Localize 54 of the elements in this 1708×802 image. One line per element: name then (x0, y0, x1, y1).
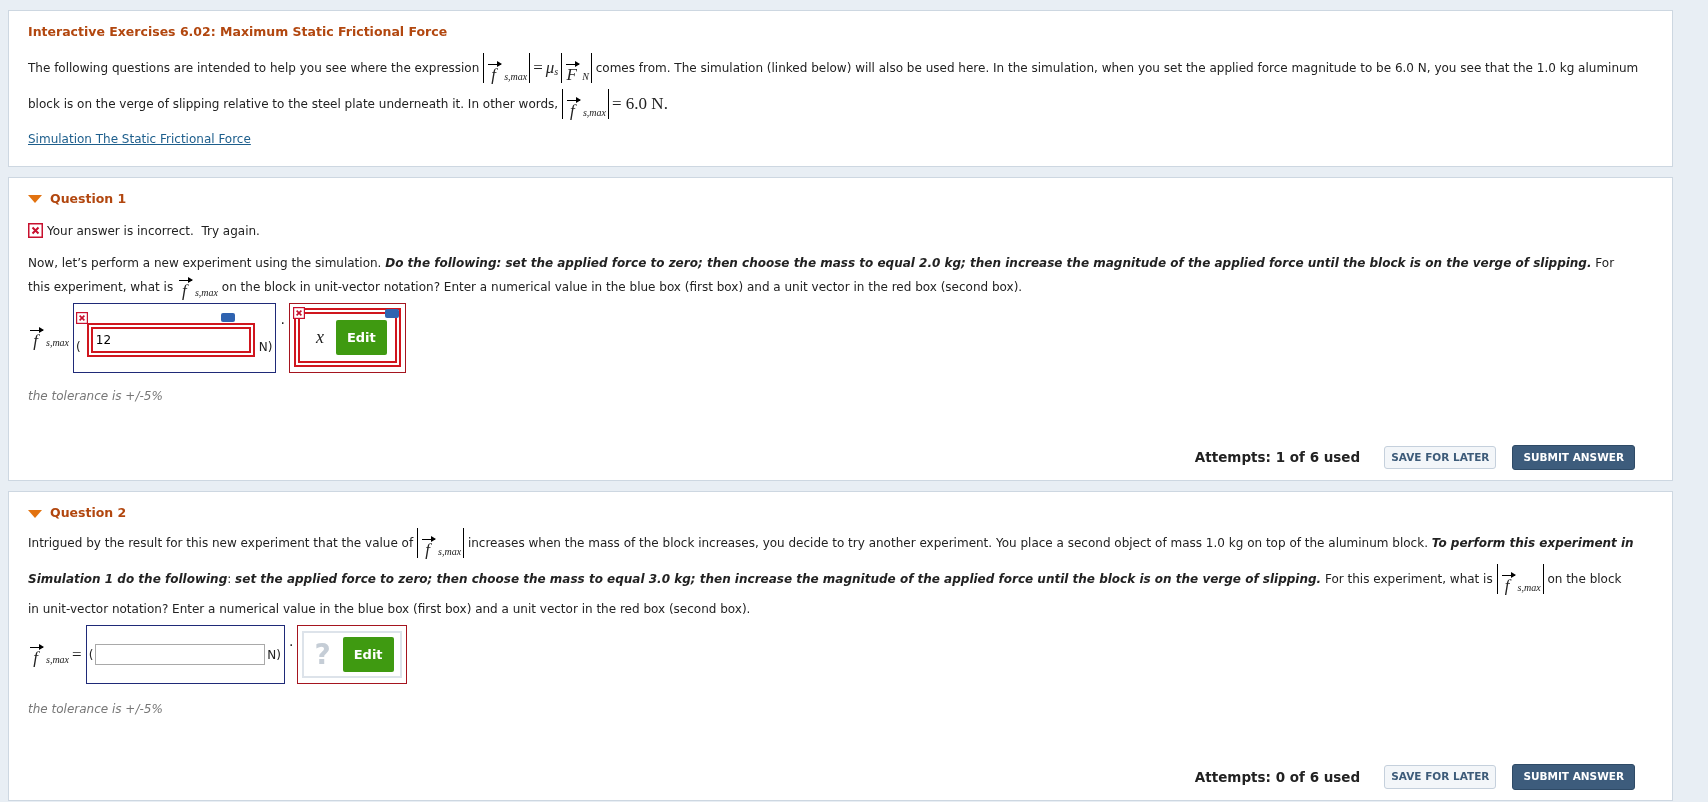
paren-text: ( (88, 646, 94, 664)
paragraph-text: this experiment, what is (28, 279, 175, 294)
paragraph-text: For this experiment, what is (1324, 571, 1494, 586)
paragraph-text: Do the following: set the applied force to zero; then choose the mass to equal 2.0 kg; then increase the magnitude of the applied force until the block is on the verge of slipping. (385, 255, 1592, 270)
tolerance-text: the tolerance is +/-5% (28, 701, 164, 718)
edit-button[interactable]: Edit (335, 319, 387, 356)
more-icon[interactable] (221, 312, 236, 322)
number-field[interactable] (95, 644, 266, 665)
math-formula: f s,max = μ$_{s}$ F N (483, 49, 592, 86)
error-icon (292, 306, 305, 319)
save-for-later-button[interactable]: SAVE FOR LATER (1384, 445, 1497, 470)
save-for-later-button[interactable]: SAVE FOR LATER (1384, 765, 1497, 789)
paragraph-text: increases when the mass of the block increases, you decide to try another experiment. You place a second object of mass 1.0 kg on top of the aluminum block. (466, 535, 1429, 550)
unit-text: N) (267, 646, 281, 664)
feedback-text: Your answer is incorrect. Try again. (47, 222, 260, 240)
math-formula: f s,max (1496, 561, 1544, 597)
unit-text: N) (258, 338, 273, 356)
number-field[interactable]: 12 (90, 326, 251, 353)
paragraph-text: on the block in unit-vector notation? Enter a numerical value in the blue box (first box) and a unit vector in the red box (second box). (220, 279, 1023, 294)
caret-icon[interactable] (28, 195, 42, 204)
paragraph-text: on the block (1546, 571, 1622, 586)
edit-button[interactable]: Edit (342, 636, 394, 673)
paragraph-text: set the applied force to zero; then choose the mass to equal 3.0 kg; then increase the magnitude of the applied force until the block is on the verge of slipping. (235, 571, 1322, 586)
submit-answer-button[interactable]: SUBMIT ANSWER (1512, 764, 1635, 790)
error-icon (28, 223, 43, 238)
more-icon[interactable] (384, 308, 399, 318)
attempts-text: Attempts: 0 of 6 used (1194, 767, 1361, 787)
paragraph-text: Now, let’s perform a new experiment using the simulation. (28, 255, 383, 270)
error-icon (76, 311, 89, 324)
paragraph-text: in unit-vector notation? Enter a numerical value in the blue box (first box) and a unit vector in the red box (second box). (28, 602, 751, 616)
paragraph-text: block is on the verge of slipping relative to the steel plate underneath it. In other words, (28, 96, 560, 111)
unit-vector-text: x (315, 326, 324, 349)
paragraph-text: For (1594, 255, 1615, 270)
math-formula: f s,max (176, 275, 219, 299)
paragraph-text: comes from. The simulation (linked below) will also be used here. In the simulation, when you set the applied force magnitude to be 6.0 N, you see that the 1.0 kg aluminum (594, 60, 1639, 75)
math-formula: f s,max = 6.0 N. (561, 85, 668, 122)
submit-answer-button[interactable]: SUBMIT ANSWER (1512, 444, 1635, 471)
question-title[interactable]: Question 1 (50, 189, 127, 209)
question-title[interactable]: Question 2 (50, 504, 127, 523)
simulation-link[interactable]: Simulation The Static Frictional Force (28, 131, 251, 146)
dot-text: · (289, 636, 294, 655)
attempts-text: Attempts: 1 of 6 used (1194, 448, 1361, 468)
dot-text: · (280, 313, 285, 333)
caret-icon[interactable] (28, 509, 42, 518)
paragraph-text: To perform this experiment in (1431, 535, 1634, 550)
page-title: Interactive Exercises 6.02: Maximum Static Frictional Force (28, 23, 449, 41)
paragraph-text: Intrigued by the result for this new experiment that the value of (28, 535, 415, 550)
paragraph-text: The following questions are intended to help you see where the expression (28, 60, 481, 75)
unit-placeholder-text: ? (314, 640, 331, 669)
math-formula: f s,max (28, 326, 70, 349)
paren-text: ( (76, 338, 81, 356)
math-formula: f s,max (417, 525, 465, 561)
tolerance-text: the tolerance is +/-5% (28, 387, 164, 405)
paragraph-text: : (227, 571, 233, 586)
